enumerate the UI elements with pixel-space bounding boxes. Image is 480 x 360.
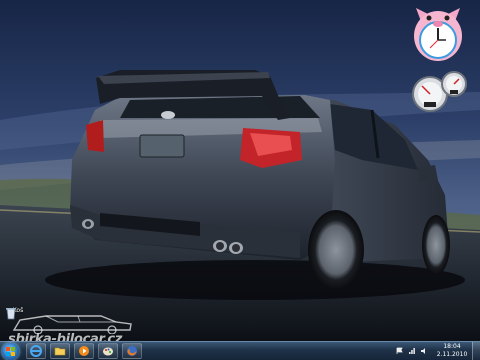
taskbar-clock[interactable]: 18:04 2.11.2010	[434, 343, 470, 359]
cpu-meter-icon	[412, 71, 467, 112]
network-icon[interactable]	[408, 347, 416, 355]
watermark: sbirka-bilocar.cz	[6, 308, 156, 341]
pig-clock-icon	[414, 8, 462, 61]
flag-icon[interactable]	[396, 347, 404, 355]
desktop: Koš sbirka-bilocar.cz	[0, 0, 480, 341]
car-outline-logo-icon	[12, 315, 132, 334]
clock-time: 18:04	[443, 343, 461, 350]
clock-date: 2.11.2010	[436, 351, 468, 358]
taskbar-ie-button[interactable]	[26, 343, 46, 359]
volume-icon[interactable]	[420, 347, 428, 355]
ie-icon	[30, 345, 42, 357]
taskbar-explorer-button[interactable]	[50, 343, 70, 359]
taskbar-paint-button[interactable]	[98, 343, 118, 359]
show-desktop-button[interactable]	[472, 342, 480, 360]
taskbar-media-player-button[interactable]	[74, 343, 94, 359]
paint-icon	[103, 347, 113, 356]
media-player-icon	[79, 346, 89, 356]
watermark-text: sbirka-bilocar.cz	[8, 332, 123, 341]
windows-flag-icon	[6, 347, 15, 356]
wallpaper	[0, 0, 480, 341]
taskbar: 18:04 2.11.2010	[0, 341, 480, 360]
start-button[interactable]	[2, 343, 19, 360]
taskbar-firefox-button[interactable]	[122, 343, 142, 359]
pig-clock-gadget[interactable]	[410, 4, 466, 64]
firefox-icon	[127, 346, 137, 356]
folder-icon	[54, 347, 66, 356]
cpu-meter-gadget[interactable]	[410, 70, 468, 114]
